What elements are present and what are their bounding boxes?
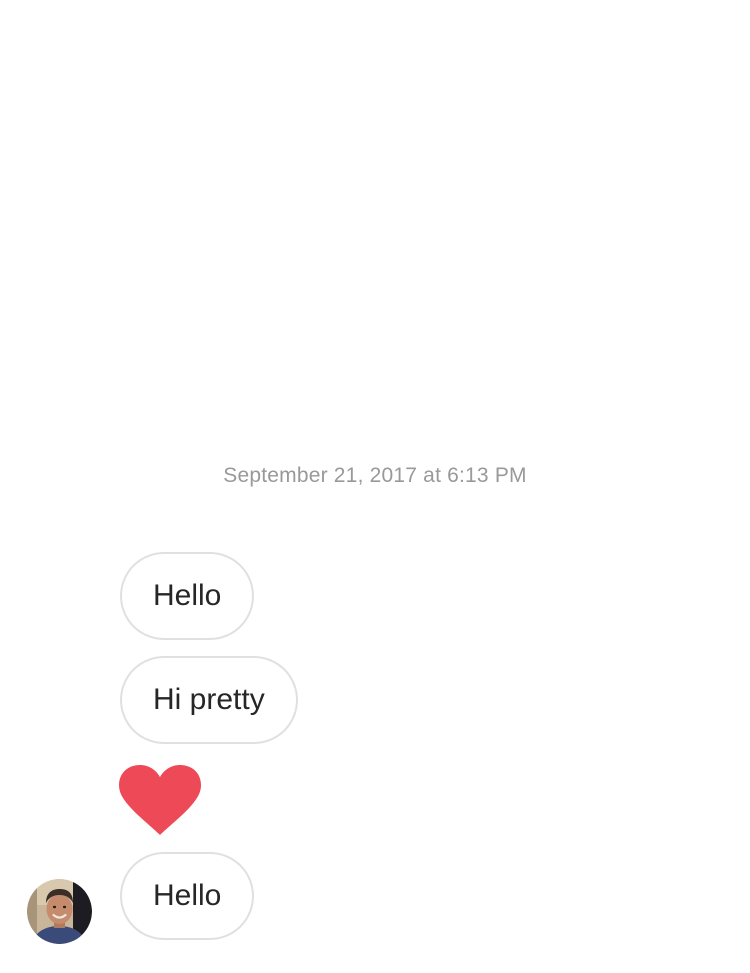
message-bubble[interactable]: Hello [120, 552, 255, 640]
avatar[interactable] [27, 879, 92, 944]
message-text: Hi pretty [153, 683, 265, 716]
message-text: Hello [153, 579, 222, 612]
message-bubble[interactable]: Hi pretty [120, 656, 298, 744]
avatar-photo [27, 879, 92, 944]
heart-icon[interactable] [119, 765, 201, 837]
message-text: Hello [153, 879, 222, 912]
message-thread: September 21, 2017 at 6:13 PM Hello Hi p… [0, 0, 750, 973]
message-bubble[interactable]: Hello [120, 852, 255, 940]
message-timestamp: September 21, 2017 at 6:13 PM [223, 464, 527, 487]
